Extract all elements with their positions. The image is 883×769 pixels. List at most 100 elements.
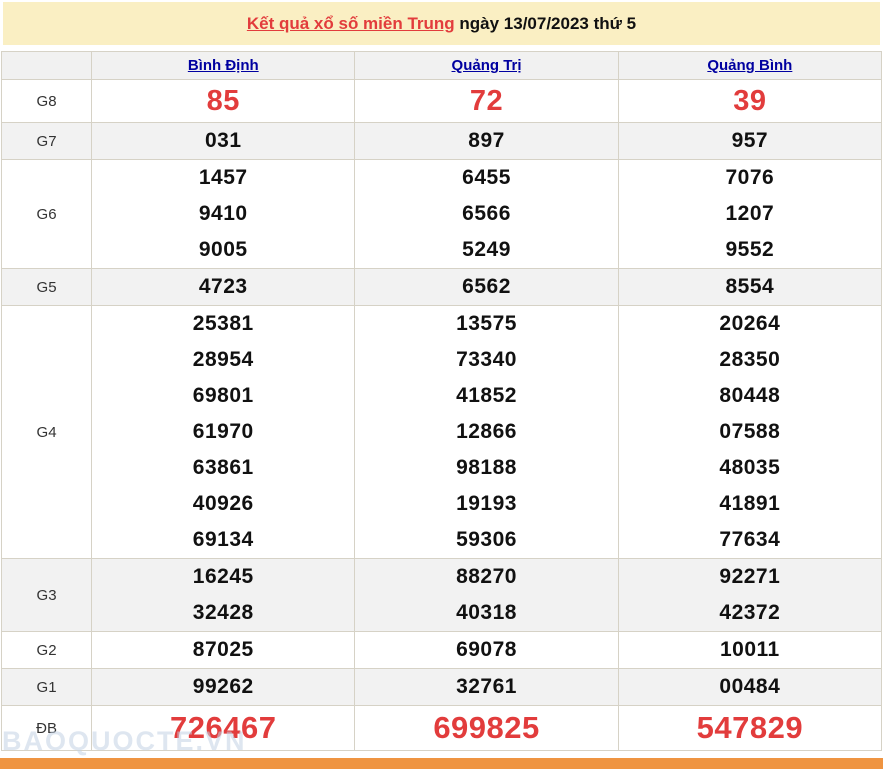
result-number: 6455	[462, 166, 511, 189]
title-date-text: ngày 13/07/2023 thứ 5	[454, 13, 637, 33]
province-link-quang-tri[interactable]: Quảng Trị	[452, 57, 522, 74]
prize-label: G5	[0, 268, 93, 306]
result-number: 69134	[192, 528, 254, 551]
table-row: G5 4723 6562 8554	[0, 268, 883, 306]
result-number: 699825	[433, 710, 540, 745]
result-number: 69801	[192, 384, 254, 407]
result-cell: 031	[91, 122, 356, 160]
result-cell: 6455 6566 5249	[354, 159, 619, 269]
prize-label: G3	[0, 558, 93, 632]
result-number: 39	[733, 85, 767, 117]
result-number: 61970	[192, 420, 254, 443]
results-tbody: G8 85 72 39 G7 031 897 957 G6 1457 9410 9005 6455 656…	[0, 79, 883, 751]
result-number: 25381	[192, 312, 254, 335]
result-cell: 72	[354, 79, 619, 123]
result-number: 5249	[462, 238, 511, 261]
table-row: G2 87025 69078 10011	[0, 631, 883, 669]
result-cell: 7076 1207 9552	[617, 159, 883, 269]
result-number: 63861	[192, 456, 254, 479]
table-row: G3 16245 32428 88270 40318 92271 42372	[0, 558, 883, 632]
result-number: 59306	[456, 528, 517, 551]
result-number: 28350	[719, 348, 781, 371]
table-row: G6 1457 9410 9005 6455 6566 5249 7076 1207 9552	[0, 159, 883, 269]
result-number: 40926	[192, 492, 254, 515]
result-number: 13575	[456, 312, 517, 335]
result-number: 8554	[725, 275, 775, 298]
result-number: 00484	[719, 675, 781, 698]
result-number: 12866	[456, 420, 517, 443]
result-number: 10011	[719, 638, 780, 661]
result-cell: 957	[617, 122, 883, 160]
table-row: ĐB 726467 699825 547829	[0, 705, 883, 751]
table-row: G8 85 72 39	[0, 79, 883, 123]
prize-label: G4	[0, 305, 93, 559]
result-number: 16245	[192, 565, 254, 588]
result-number: 031	[204, 129, 242, 152]
result-cell: 85	[91, 79, 356, 123]
result-number: 1457	[198, 166, 248, 189]
result-number: 80448	[719, 384, 781, 407]
result-cell: 897	[354, 122, 619, 160]
result-cell: 16245 32428	[91, 558, 356, 632]
results-table: Bình Định Quảng Trị Quảng Bình G8 85 72 39 G…	[0, 51, 883, 751]
result-number: 92271	[719, 565, 781, 588]
title-link[interactable]: Kết quả xổ số miền Trung	[247, 14, 455, 33]
result-number: 99262	[192, 675, 254, 698]
result-cell: 547829	[617, 705, 883, 751]
result-cell: 92271 42372	[617, 558, 883, 632]
table-row: G7 031 897 957	[0, 122, 883, 160]
prize-label: G7	[0, 122, 93, 160]
result-cell: 87025	[91, 631, 356, 669]
title-banner: Kết quả xổ số miền Trung ngày 13/07/2023…	[3, 2, 880, 45]
result-number: 28954	[192, 348, 254, 371]
bottom-orange-bar	[0, 758, 883, 769]
result-number: 6562	[462, 275, 511, 298]
result-number: 73340	[456, 348, 517, 371]
column-header-binh-dinh: Bình Định	[91, 51, 356, 80]
result-number: 9410	[198, 202, 248, 225]
result-number: 957	[731, 129, 769, 152]
column-header-quang-binh: Quảng Bình	[617, 51, 883, 80]
result-number: 88270	[456, 565, 517, 588]
result-cell: 39	[617, 79, 883, 123]
result-number: 4723	[198, 275, 248, 298]
result-cell: 6562	[354, 268, 619, 306]
result-cell: 25381 28954 69801 61970 63861 40926 69134	[91, 305, 356, 559]
corner-cell	[0, 51, 93, 80]
result-number: 547829	[696, 710, 804, 745]
province-link-binh-dinh[interactable]: Bình Định	[188, 57, 259, 74]
page-title: Kết quả xổ số miền Trung ngày 13/07/2023…	[247, 14, 636, 34]
prize-label: G1	[0, 668, 93, 706]
result-number: 726467	[170, 710, 277, 745]
result-cell: 88270 40318	[354, 558, 619, 632]
result-number: 40318	[456, 601, 517, 624]
result-number: 9552	[725, 238, 775, 261]
result-cell: 99262	[91, 668, 356, 706]
result-cell: 20264 28350 80448 07588 48035 41891 77634	[617, 305, 883, 559]
prize-label: G8	[0, 79, 93, 123]
result-number: 07588	[719, 420, 781, 443]
result-number: 87025	[192, 638, 254, 661]
result-number: 41891	[719, 492, 781, 515]
result-number: 32428	[192, 601, 254, 624]
result-number: 42372	[719, 601, 781, 624]
result-number: 9005	[198, 238, 248, 261]
result-number: 48035	[719, 456, 781, 479]
result-number: 7076	[725, 166, 775, 189]
prize-label: G6	[0, 159, 93, 269]
prize-label: ĐB	[0, 705, 93, 751]
table-row: G4 25381 28954 69801 61970 63861 40926 69134 135…	[0, 305, 883, 559]
result-cell: 32761	[354, 668, 619, 706]
result-number: 32761	[456, 675, 517, 698]
result-number: 72	[469, 85, 504, 117]
table-row: G1 99262 32761 00484	[0, 668, 883, 706]
result-cell: 1457 9410 9005	[91, 159, 356, 269]
result-cell: 69078	[354, 631, 619, 669]
result-cell: 4723	[91, 268, 356, 306]
column-header-quang-tri: Quảng Trị	[354, 51, 619, 80]
result-cell: 13575 73340 41852 12866 98188 19193 59306	[354, 305, 619, 559]
result-cell: 699825	[354, 705, 619, 751]
result-number: 77634	[719, 528, 781, 551]
result-number: 897	[468, 129, 505, 152]
province-link-quang-binh[interactable]: Quảng Bình	[707, 57, 792, 74]
